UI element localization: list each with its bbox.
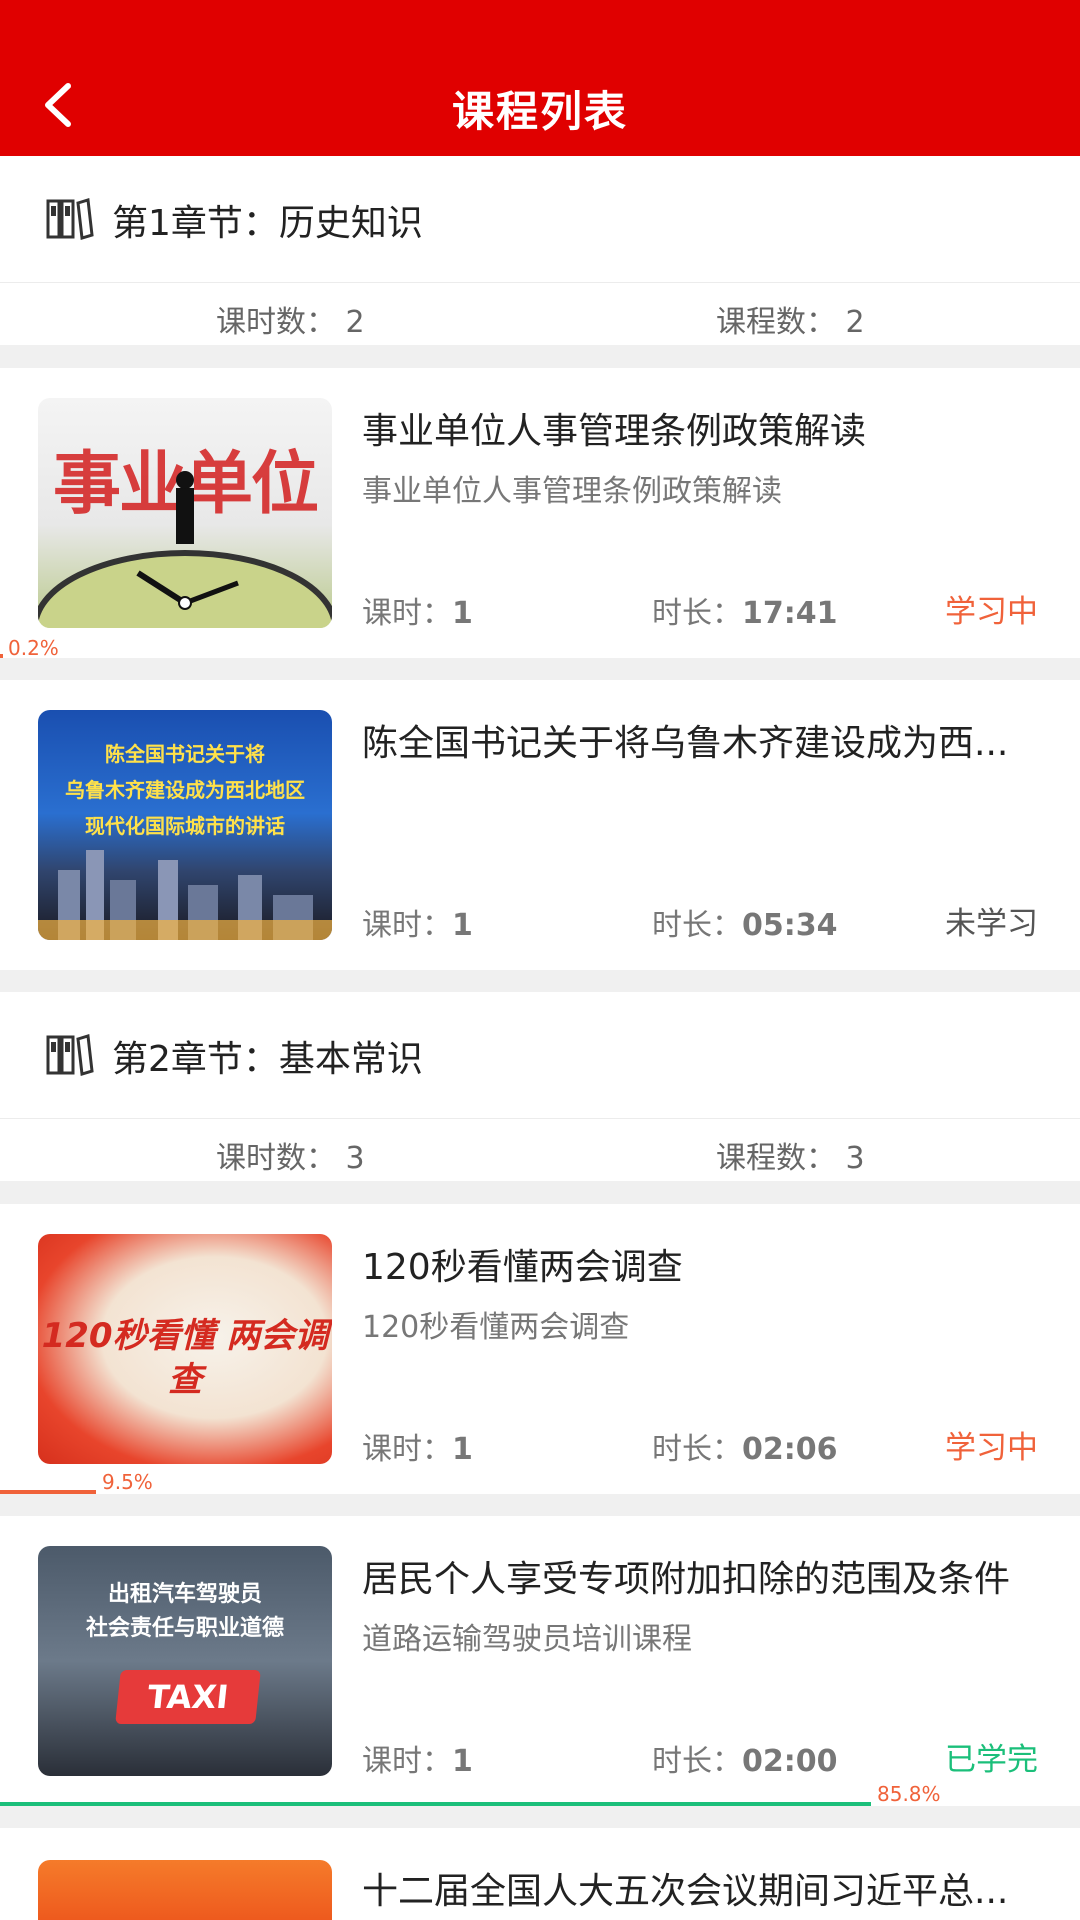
duration: 时长：05:34 bbox=[652, 908, 838, 943]
course-title: 120秒看懂两会调查 bbox=[362, 1247, 683, 1288]
course-card[interactable]: 事业单位 事业单位人事管理条例政策解读 事业单位人事管理条例政策解读 课时：1 … bbox=[0, 368, 1080, 660]
chapter-stats: 课时数： 3 课程数： 3 bbox=[0, 1118, 1080, 1181]
course-subtitle: 事业单位人事管理条例政策解读 bbox=[362, 474, 782, 509]
lesson-count: 课时：1 bbox=[362, 908, 473, 943]
clock-illustration bbox=[38, 471, 332, 628]
course-card[interactable]: 陈全国书记关于将 乌鲁木齐建设成为西北地区 现代化国际城市的讲话 陈全国书记关于… bbox=[0, 680, 1080, 970]
progress-label: 85.8% bbox=[877, 1782, 941, 1806]
course-thumbnail: 120秒看懂 两会调查 bbox=[38, 1234, 332, 1464]
thumbnail-caption: 现代化国际城市的讲话 bbox=[85, 814, 285, 838]
course-count: 课程数： 2 bbox=[716, 305, 865, 340]
course-card[interactable]: 出租汽车驾驶员 社会责任与职业道德 TAXI 居民个人享受专项附加扣除的范围及条… bbox=[0, 1516, 1080, 1806]
progress-bar bbox=[0, 654, 3, 658]
progress-bar bbox=[0, 1802, 871, 1806]
page-title: 课程列表 bbox=[451, 87, 628, 136]
chapter-stats: 课时数： 2 课程数： 2 bbox=[0, 282, 1080, 345]
thumbnail-caption: 出租汽车驾驶员 bbox=[107, 1582, 262, 1607]
course-card[interactable]: 十二届全国人大五次会议期间习近平总... bbox=[0, 1828, 1080, 1920]
chapter-header: 第2章节：基本常识 bbox=[0, 992, 1080, 1118]
thumbnail-caption: 乌鲁木齐建设成为西北地区 bbox=[65, 778, 305, 802]
course-title: 陈全国书记关于将乌鲁木齐建设成为西... bbox=[362, 723, 1009, 764]
course-subtitle: 道路运输驾驶员培训课程 bbox=[362, 1622, 692, 1657]
books-icon bbox=[46, 1034, 94, 1076]
progress-label: 9.5% bbox=[102, 1470, 153, 1494]
course-title: 居民个人享受专项附加扣除的范围及条件 bbox=[362, 1559, 1011, 1600]
lesson-count: 课时：1 bbox=[362, 596, 473, 631]
progress-label: 0.2% bbox=[8, 636, 59, 660]
taxi-sign: TAXI bbox=[115, 1670, 261, 1724]
status-badge: 已学完 bbox=[945, 1742, 1038, 1778]
thumbnail-caption: 120秒看懂 两会调查 bbox=[41, 1316, 329, 1400]
thumbnail-caption: 陈全国书记关于将 bbox=[105, 742, 265, 766]
books-icon bbox=[46, 198, 94, 240]
course-thumbnail: 事业单位 bbox=[38, 398, 332, 628]
progress-bar bbox=[0, 1490, 96, 1494]
status-badge: 学习中 bbox=[945, 1430, 1038, 1466]
chapter-title: 第2章节：基本常识 bbox=[112, 1039, 423, 1080]
lesson-hours-count: 课时数： 3 bbox=[216, 1141, 365, 1176]
status-badge: 未学习 bbox=[945, 906, 1038, 942]
lesson-count: 课时：1 bbox=[362, 1744, 473, 1779]
chapter-title: 第1章节：历史知识 bbox=[112, 203, 423, 244]
city-skyline-illustration bbox=[38, 850, 332, 940]
thumbnail-caption: 社会责任与职业道德 bbox=[85, 1616, 284, 1641]
lesson-count: 课时：1 bbox=[362, 1432, 473, 1467]
chapter-header: 第1章节：历史知识 bbox=[0, 156, 1080, 282]
duration: 时长：17:41 bbox=[652, 596, 838, 631]
course-thumbnail bbox=[38, 1860, 332, 1920]
course-thumbnail: 出租汽车驾驶员 社会责任与职业道德 TAXI bbox=[38, 1546, 332, 1776]
duration: 时长：02:00 bbox=[652, 1744, 838, 1779]
course-card[interactable]: 120秒看懂 两会调查 120秒看懂两会调查 120秒看懂两会调查 课时：1 时… bbox=[0, 1204, 1080, 1494]
course-title: 十二届全国人大五次会议期间习近平总... bbox=[362, 1871, 1009, 1912]
status-badge: 学习中 bbox=[945, 594, 1038, 630]
lesson-hours-count: 课时数： 2 bbox=[216, 305, 365, 340]
course-title: 事业单位人事管理条例政策解读 bbox=[362, 411, 867, 452]
top-bar: 课程列表 bbox=[0, 0, 1080, 156]
duration: 时长：02:06 bbox=[652, 1432, 838, 1467]
thumbnail-caption: TAXI bbox=[145, 1678, 231, 1716]
course-thumbnail: 陈全国书记关于将 乌鲁木齐建设成为西北地区 现代化国际城市的讲话 bbox=[38, 710, 332, 940]
course-subtitle: 120秒看懂两会调查 bbox=[362, 1310, 630, 1345]
course-count: 课程数： 3 bbox=[716, 1141, 865, 1176]
